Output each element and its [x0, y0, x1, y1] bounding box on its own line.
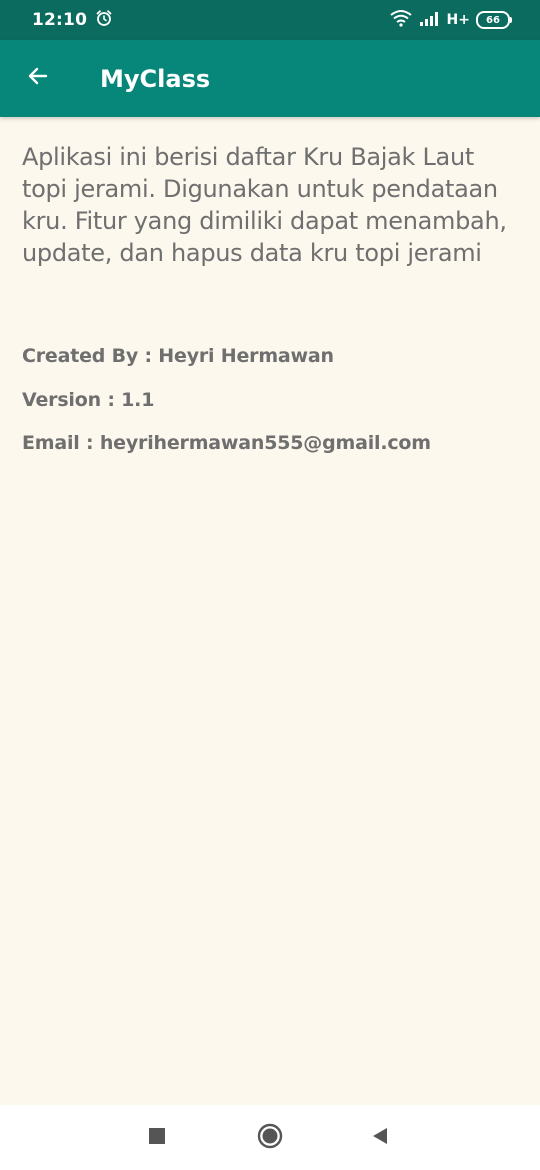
status-left: 12:10: [32, 9, 113, 32]
home-circle-icon: [257, 1123, 283, 1154]
app-description: Aplikasi ini berisi daftar Kru Bajak Lau…: [22, 143, 507, 267]
app-bar: MyClass: [0, 40, 540, 117]
arrow-left-icon: [26, 64, 50, 93]
status-right: H+ 66: [389, 9, 512, 32]
network-type: H+: [446, 12, 470, 28]
recents-button[interactable]: [144, 1125, 170, 1151]
battery-tip: [510, 17, 512, 23]
battery-level: 66: [476, 11, 510, 29]
version-text: Version : 1.1: [22, 389, 155, 411]
signal-icon: [419, 10, 441, 31]
nav-back-button[interactable]: [367, 1125, 393, 1151]
created-by-text: Created By : Heyri Hermawan: [22, 345, 334, 367]
page-title: MyClass: [100, 64, 211, 93]
wifi-icon: [389, 9, 413, 32]
email-text: Email : heyrihermawan555@gmail.com: [22, 432, 431, 454]
back-triangle-icon: [370, 1126, 390, 1151]
recents-square-icon: [148, 1127, 166, 1150]
battery-icon: 66: [476, 11, 512, 29]
home-button[interactable]: [257, 1123, 283, 1154]
status-bar: 12:10 H+ 66: [0, 0, 540, 40]
alarm-icon: [95, 9, 113, 32]
back-button[interactable]: [10, 51, 66, 107]
system-nav-bar: [0, 1105, 540, 1170]
about-content: Aplikasi ini berisi daftar Kru Bajak Lau…: [22, 141, 522, 454]
status-time: 12:10: [32, 10, 88, 30]
